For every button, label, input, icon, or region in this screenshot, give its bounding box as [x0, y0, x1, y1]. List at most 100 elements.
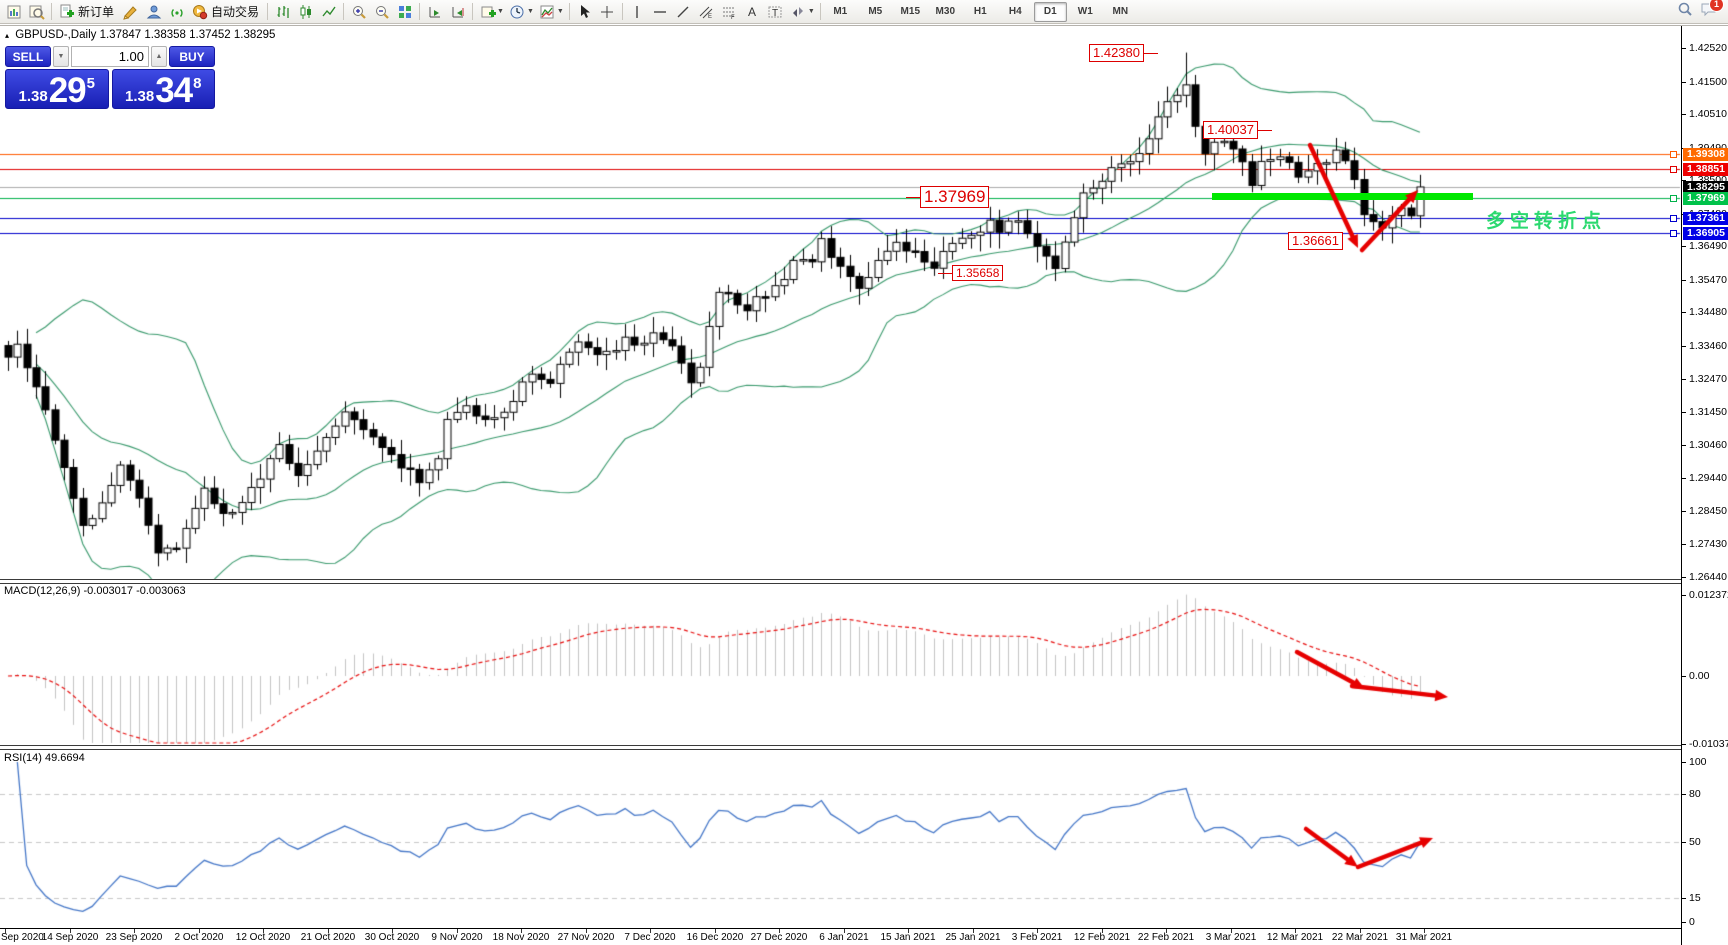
timeframe-button-mn[interactable]: MN	[1104, 2, 1137, 22]
buy-button[interactable]: BUY	[169, 46, 215, 67]
volume-increase-stepper[interactable]: ▲	[151, 46, 167, 67]
volume-input[interactable]	[71, 46, 149, 67]
sell-button[interactable]: SELL	[5, 46, 51, 67]
level-price-tag: 1.37361	[1683, 212, 1728, 225]
vertical-line-icon[interactable]	[626, 2, 649, 22]
toolbar: 新订单 自动交易 ▼ ▼ ▼ E F A T ▼ M1 M5 M15 M30 H…	[0, 0, 1728, 24]
price-callout-1.42380[interactable]: 1.42380	[1089, 44, 1144, 62]
fibonacci-icon[interactable]: F	[718, 2, 741, 22]
axis-tick	[1682, 445, 1686, 446]
buy-price-prefix: 1.38	[125, 88, 155, 105]
buy-price-tile[interactable]: 1.38 34 8	[111, 69, 215, 109]
chat-icon[interactable]: 1	[1700, 0, 1724, 22]
callout-connector	[1258, 130, 1272, 131]
volume-decrease-stepper[interactable]: ▼	[53, 46, 69, 67]
macd-pane-separator[interactable]	[0, 579, 1728, 584]
callout-connector	[1144, 53, 1158, 54]
date-axis-label: 3 Mar 2021	[1205, 932, 1257, 943]
profiles-icon[interactable]	[25, 2, 48, 22]
trendline-icon[interactable]	[672, 2, 695, 22]
line-anchor-icon[interactable]	[1670, 166, 1677, 173]
zoom-in-icon[interactable]	[347, 2, 370, 22]
new-order-label[interactable]: 新订单	[78, 3, 114, 20]
date-axis-label: 15 Jan 2021	[880, 932, 936, 943]
text-icon[interactable]: A	[741, 2, 764, 22]
date-axis-label: 25 Jan 2021	[945, 932, 1001, 943]
rsi-pane-separator[interactable]	[0, 745, 1728, 750]
horizontal-level-line-1.39308[interactable]	[0, 152, 1680, 157]
line-chart-icon[interactable]	[317, 2, 340, 22]
timeframe-button-d1[interactable]: D1	[1033, 1, 1067, 22]
chart-shift-icon[interactable]	[446, 2, 469, 22]
line-anchor-icon[interactable]	[1670, 230, 1677, 237]
auto-scroll-icon[interactable]	[423, 2, 446, 22]
axis-tick	[1682, 346, 1686, 347]
rsi-indicator-label: RSI(14) 49.6694	[4, 752, 85, 764]
auto-trading-icon[interactable]	[188, 2, 211, 22]
crosshair-icon[interactable]	[596, 2, 619, 22]
template-icon[interactable]	[536, 2, 559, 22]
axis-tick	[1682, 577, 1686, 578]
axis-tick	[1682, 762, 1686, 763]
horizontal-level-line-1.36905[interactable]	[0, 231, 1680, 236]
date-axis[interactable]: Sep 2020 14 Sep 2020 23 Sep 2020 2 Oct 2020…	[0, 929, 1680, 945]
chevron-down-icon[interactable]: ▼	[497, 8, 504, 15]
chevron-down-icon[interactable]: ▼	[557, 8, 564, 15]
axis-tick	[1682, 898, 1686, 899]
search-icon[interactable]	[1677, 1, 1693, 22]
chevron-down-icon[interactable]: ▼	[808, 8, 815, 15]
new-order-icon[interactable]	[55, 2, 78, 22]
price-callout-1.35658[interactable]: 1.35658	[952, 265, 1004, 282]
timeframe-button-m30[interactable]: M30	[929, 2, 962, 22]
candlestick-icon[interactable]	[294, 2, 317, 22]
timeframe-button-m5[interactable]: M5	[859, 2, 892, 22]
timeframe-button-h1[interactable]: H1	[964, 2, 997, 22]
price-axis-tick: 1.40510	[1689, 108, 1727, 120]
timeframe-button-h4[interactable]: H4	[999, 2, 1032, 22]
axis-tick	[1682, 744, 1686, 745]
date-axis-label: 21 Oct 2020	[300, 932, 356, 943]
bar-chart-icon[interactable]	[271, 2, 294, 22]
signal-icon[interactable]	[165, 2, 188, 22]
line-anchor-icon[interactable]	[1670, 215, 1677, 222]
sell-price-tile[interactable]: 1.38 29 5	[5, 69, 109, 109]
crayon-icon[interactable]	[119, 2, 142, 22]
current-price-line-1.38295[interactable]	[0, 185, 1680, 190]
line-anchor-icon[interactable]	[1670, 195, 1677, 202]
level-price-tag: 1.39308	[1683, 148, 1728, 161]
horizontal-level-line-1.37361[interactable]	[0, 216, 1680, 221]
cursor-icon[interactable]	[573, 2, 596, 22]
horizontal-line-icon[interactable]	[649, 2, 672, 22]
timeframe-button-w1[interactable]: W1	[1069, 2, 1102, 22]
channel-icon[interactable]: E	[695, 2, 718, 22]
shapes-icon[interactable]	[787, 2, 810, 22]
one-click-trading-panel: SELL ▼ ▲ BUY 1.38 29 5 1.38 34 8	[5, 46, 215, 109]
new-chart-icon[interactable]	[2, 2, 25, 22]
axis-tick	[1682, 922, 1686, 923]
timeframe-button-m15[interactable]: M15	[894, 2, 927, 22]
price-callout-1.37969[interactable]: 1.37969	[920, 186, 990, 209]
chevron-down-icon[interactable]: ▼	[527, 8, 534, 15]
price-axis-tick: 1.41500	[1689, 76, 1727, 88]
date-axis-label: 27 Dec 2020	[750, 932, 808, 943]
periods-icon[interactable]	[506, 2, 529, 22]
price-axis-tick: 1.33460	[1689, 340, 1727, 352]
zoom-out-icon[interactable]	[370, 2, 393, 22]
timeframe-button-m1[interactable]: M1	[824, 2, 857, 22]
text-label-icon[interactable]: T	[764, 2, 787, 22]
sell-price-pip: 5	[86, 75, 95, 92]
line-anchor-icon[interactable]	[1670, 151, 1677, 158]
tile-windows-icon[interactable]	[393, 2, 416, 22]
price-callout-1.36661[interactable]: 1.36661	[1288, 232, 1343, 250]
price-axis-tick: 1.35470	[1689, 274, 1727, 286]
horizontal-level-line-1.38851[interactable]	[0, 167, 1680, 172]
market-watch-icon[interactable]	[142, 2, 165, 22]
add-indicator-icon[interactable]	[476, 2, 499, 22]
price-callout-1.40037[interactable]: 1.40037	[1203, 121, 1258, 139]
chart-symbol-period: GBPUSD-,Daily	[15, 29, 97, 41]
chart-ohlc-values: 1.37847 1.38358 1.37452 1.38295	[99, 29, 276, 41]
auto-trading-label[interactable]: 自动交易	[211, 3, 259, 20]
support-zone-bar[interactable]	[1212, 193, 1473, 200]
turning-point-note[interactable]: 多空转折点	[1486, 206, 1606, 233]
price-axis[interactable]: 1.425201.415001.405101.394901.385001.374…	[1681, 26, 1728, 945]
